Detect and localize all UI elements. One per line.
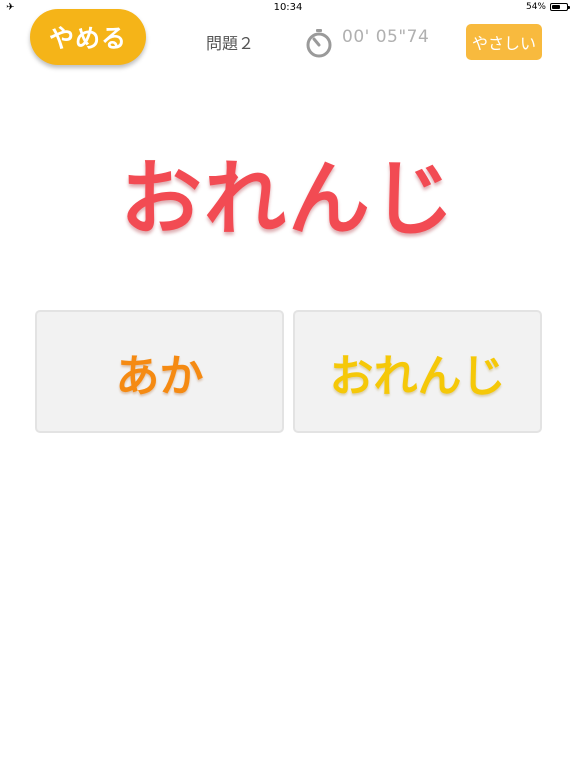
answer-option-2[interactable]: おれんじ (293, 310, 542, 433)
battery-tip (568, 6, 570, 9)
answer-option-1[interactable]: あか (35, 310, 284, 433)
stopwatch-icon (306, 29, 332, 58)
game-screen: ✈ 10:34 54% やめる 問題２ 00' 05"74 やさしい おれんじ … (0, 0, 576, 768)
difficulty-button[interactable]: やさしい (466, 24, 542, 60)
status-right: 54% (525, 2, 570, 12)
battery-percent: 54% (525, 2, 546, 12)
prompt-word: おれんじ (119, 152, 456, 247)
quit-button[interactable]: やめる (30, 9, 146, 65)
elapsed-timer: 00' 05"74 (342, 27, 430, 47)
battery-fill (552, 5, 560, 9)
question-number: 問題２ (205, 34, 254, 53)
battery-icon (550, 3, 570, 11)
